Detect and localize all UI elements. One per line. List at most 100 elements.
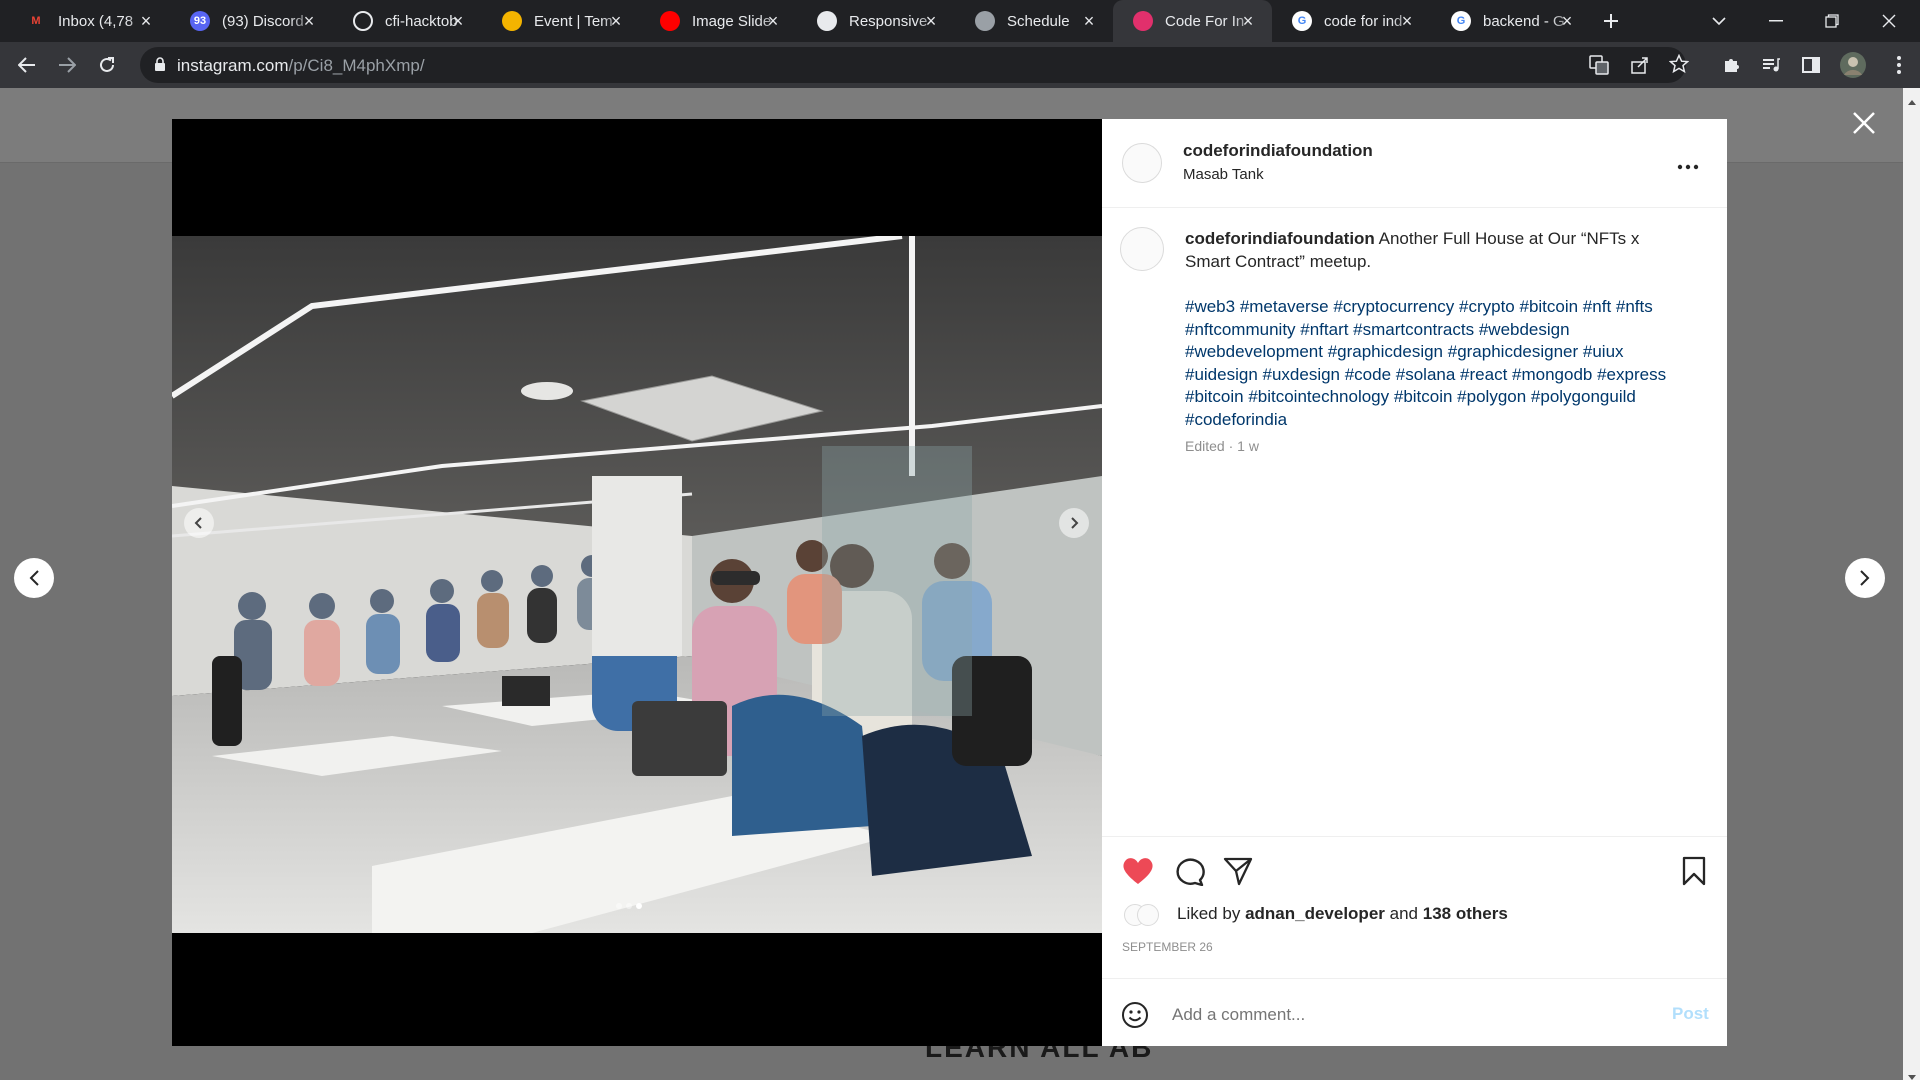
liked-by-prefix: Liked by — [1177, 904, 1241, 923]
tab-close-icon[interactable]: × — [1079, 11, 1099, 31]
liker-avatar-2[interactable] — [1137, 904, 1159, 926]
chevron-left-icon — [194, 517, 202, 529]
comment-input[interactable] — [1172, 999, 1612, 1031]
close-modal-icon[interactable] — [1851, 110, 1881, 140]
post-info-panel: codeforindiafoundation Masab Tank codefo… — [1102, 119, 1727, 1046]
browser-toolbar: instagram.com/p/Ci8_M4phXmp/ — [0, 42, 1920, 88]
carousel-dot — [626, 903, 632, 909]
author-username[interactable]: codeforindiafoundation — [1183, 141, 1373, 161]
browser-tab[interactable]: M Inbox (4,78 × — [6, 0, 170, 42]
browser-tab[interactable]: 93 (93) Discord × — [170, 0, 333, 42]
next-post-button[interactable] — [1845, 558, 1885, 598]
liked-by-others[interactable]: 138 others — [1423, 904, 1508, 923]
tab-close-icon[interactable]: × — [299, 11, 319, 31]
caption-text-1: Another Full House at Our “NFTs x — [1378, 229, 1640, 248]
gmail-icon: M — [31, 15, 41, 27]
liked-by-line: Liked by adnan_developer and 138 others — [1177, 904, 1508, 924]
post-location[interactable]: Masab Tank — [1183, 166, 1264, 183]
url-path: /p/Ci8_M4phXmp/ — [288, 56, 425, 75]
share-icon[interactable] — [1630, 55, 1650, 80]
close-window-icon[interactable] — [1866, 0, 1912, 42]
post-comment-button[interactable]: Post — [1672, 1004, 1709, 1024]
browser-tab[interactable]: Gcode for ind × — [1272, 0, 1431, 42]
codepen-icon — [817, 11, 837, 31]
emoji-icon[interactable] — [1121, 1001, 1149, 1034]
liked-by-and: and — [1389, 904, 1418, 923]
discord-icon: 93 — [190, 11, 210, 31]
meetup-room-photo — [172, 236, 1102, 933]
scroll-up-arrow-icon[interactable] — [1908, 92, 1916, 110]
tab-close-icon[interactable]: × — [1557, 11, 1577, 31]
caption-line-1: codeforindiafoundation Another Full Hous… — [1185, 229, 1639, 249]
save-bookmark-icon[interactable] — [1681, 856, 1707, 891]
hashtag-line[interactable]: #bitcoin #bitcointechnology #bitcoin #po… — [1185, 387, 1636, 407]
tab-close-icon[interactable]: × — [921, 11, 941, 31]
browser-tab[interactable]: Schedule × — [955, 0, 1113, 42]
browser-tab[interactable]: cfi-hacktob × — [333, 0, 482, 42]
author-avatar[interactable] — [1122, 143, 1162, 183]
tab-search-icon[interactable] — [1696, 0, 1742, 42]
tab-close-icon[interactable]: × — [1397, 11, 1417, 31]
github-icon — [353, 11, 373, 31]
hashtag-line[interactable]: #codeforindia — [1185, 410, 1287, 430]
tab-close-icon[interactable]: × — [448, 11, 468, 31]
browser-tab[interactable]: Image Slide × — [640, 0, 797, 42]
hashtag-line[interactable]: #uidesign #uxdesign #code #solana #react… — [1185, 365, 1666, 385]
restore-window-icon[interactable] — [1809, 0, 1855, 42]
url-host: instagram.com — [177, 56, 289, 75]
photo-prev-button[interactable] — [184, 508, 214, 538]
hashtag-line[interactable]: #webdevelopment #graphicdesign #graphicd… — [1185, 342, 1624, 362]
chevron-left-icon — [29, 570, 39, 586]
chevron-right-icon — [1860, 570, 1870, 586]
translate-icon[interactable] — [1589, 55, 1609, 80]
media-queue-icon[interactable] — [1756, 50, 1786, 80]
forward-arrow-icon[interactable] — [52, 50, 82, 80]
instagram-page: LEARN ALL AB codeforindiafoundation Masa… — [0, 88, 1920, 1080]
like-heart-icon[interactable] — [1122, 856, 1154, 891]
profile-avatar-icon[interactable] — [1838, 50, 1868, 80]
browser-tab[interactable]: Event | Tem × — [482, 0, 640, 42]
previous-post-button[interactable] — [14, 558, 54, 598]
edited-timestamp[interactable]: Edited · 1 w — [1185, 438, 1259, 454]
more-options-icon[interactable] — [1677, 157, 1699, 175]
new-tab-plus[interactable] — [1588, 0, 1634, 42]
comment-divider — [1102, 978, 1727, 979]
carousel-dot — [616, 903, 622, 909]
hashtag-line[interactable]: #nftcommunity #nftart #smartcontracts #w… — [1185, 320, 1570, 340]
post-photo — [172, 236, 1102, 933]
back-arrow-icon[interactable] — [12, 50, 42, 80]
caption-username[interactable]: codeforindiafoundation — [1185, 229, 1375, 248]
lock-icon[interactable] — [154, 57, 166, 77]
share-send-icon[interactable] — [1223, 856, 1253, 891]
browser-tab[interactable]: Code For In × — [1113, 0, 1272, 42]
minimize-window-icon[interactable] — [1753, 0, 1799, 42]
tab-strip: M Inbox (4,78 × 93 (93) Discord × cfi-hacktob ×… — [0, 0, 1920, 42]
bookmark-star-icon[interactable] — [1668, 53, 1690, 79]
comment-bubble-icon[interactable] — [1173, 856, 1205, 891]
event-icon — [502, 11, 522, 31]
post-media-panel — [172, 119, 1102, 1046]
caption-author-avatar[interactable] — [1120, 227, 1164, 271]
page-scrollbar[interactable] — [1903, 88, 1920, 1080]
post-date[interactable]: SEPTEMBER 26 — [1122, 940, 1213, 954]
browser-tab[interactable]: Responsive × — [797, 0, 955, 42]
side-panel-icon[interactable] — [1796, 50, 1826, 80]
extensions-puzzle-icon[interactable] — [1717, 50, 1747, 80]
youtube-icon — [660, 11, 680, 31]
chrome-menu-icon[interactable] — [1884, 50, 1914, 80]
tab-close-icon[interactable]: × — [1238, 11, 1258, 31]
liked-by-user[interactable]: adnan_developer — [1245, 904, 1385, 923]
photo-next-button[interactable] — [1059, 508, 1089, 538]
google-icon: G — [1292, 11, 1312, 31]
browser-tab[interactable]: Gbackend - G × — [1431, 0, 1591, 42]
hashtag-line[interactable]: #web3 #metaverse #cryptocurrency #crypto… — [1185, 297, 1653, 317]
tab-close-icon[interactable]: × — [763, 11, 783, 31]
tab-close-icon[interactable]: × — [606, 11, 626, 31]
url-text[interactable]: instagram.com/p/Ci8_M4phXmp/ — [177, 56, 425, 76]
caption-text-2: Smart Contract” meetup. — [1185, 252, 1372, 271]
tab-close-icon[interactable]: × — [136, 11, 156, 31]
address-bar[interactable]: instagram.com/p/Ci8_M4phXmp/ — [140, 47, 1690, 83]
reload-icon[interactable] — [92, 50, 122, 80]
scroll-down-arrow-icon[interactable] — [1908, 1068, 1916, 1080]
chevron-right-icon — [1071, 517, 1079, 529]
